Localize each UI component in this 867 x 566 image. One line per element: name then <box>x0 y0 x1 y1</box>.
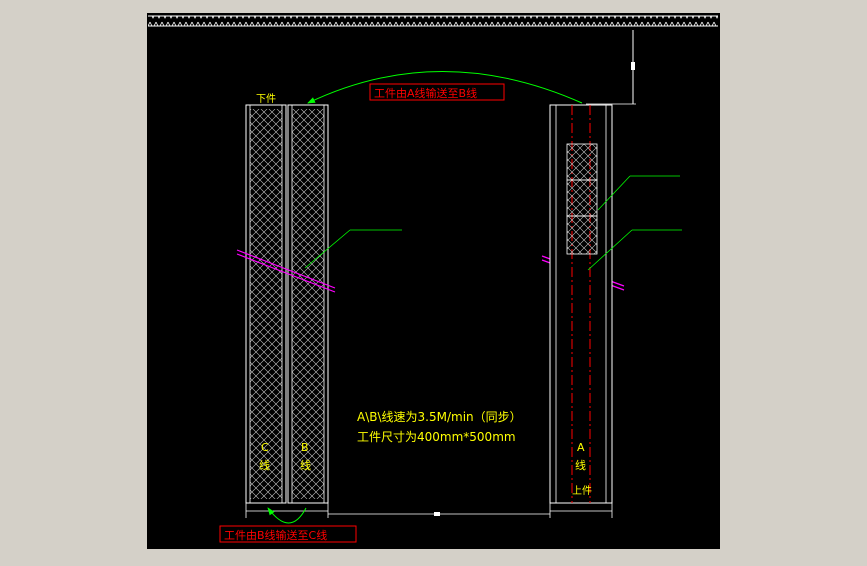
load-label: 上件 <box>572 485 592 497</box>
line-c-letter: C <box>261 441 269 454</box>
line-c-char: 线 <box>259 458 270 472</box>
size-note: 工件尺寸为400mm*500mm <box>357 430 516 444</box>
top-transfer-label: 工件由A线输送至B线 <box>374 86 477 100</box>
unload-label: 下件 <box>256 93 276 105</box>
top-wall <box>148 15 718 27</box>
bottom-transfer-label: 工件由B线输送至C线 <box>224 528 327 542</box>
cad-viewport: 工件由A线输送至B线 工件由B线输送至C线 下件 上件 C 线 B 线 A 线 … <box>0 0 867 562</box>
line-b-letter: B <box>301 441 309 454</box>
line-a-letter: A <box>577 441 585 454</box>
line-a-char: 线 <box>575 458 586 472</box>
cad-drawing: 工件由A线输送至B线 工件由B线输送至C线 下件 上件 C 线 B 线 A 线 … <box>147 13 720 549</box>
speed-note: A\B\线速为3.5M/min（同步） <box>357 410 522 424</box>
line-b-char: 线 <box>300 458 311 472</box>
